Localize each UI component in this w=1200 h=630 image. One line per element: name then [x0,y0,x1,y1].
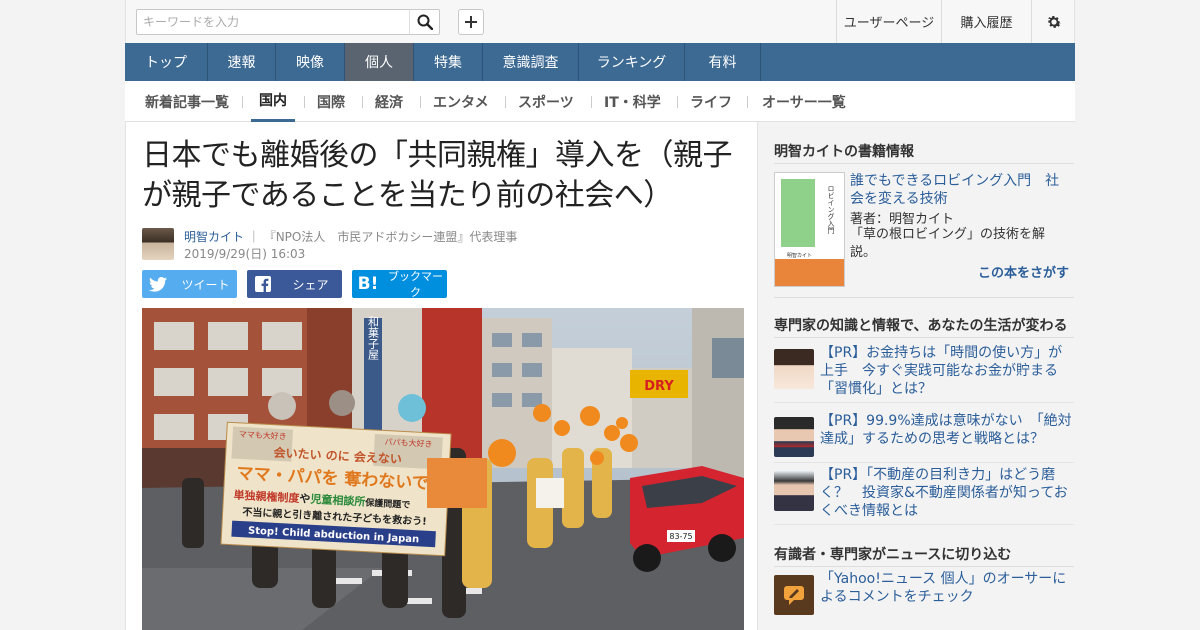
tweet-button[interactable]: ツイート [142,270,237,298]
main-nav: トップ 速報 映像 個人 特集 意識調査 ランキング 有料 [125,43,1075,81]
hatena-bookmark-icon: B! [357,274,379,294]
author-avatar[interactable] [142,228,174,260]
divider [774,402,1074,403]
main-nav-ranking[interactable]: ランキング [579,43,685,81]
book-cover-title: ロビイング入門 [827,185,835,235]
pr-link[interactable]: 【PR】お金持ちは「時間の使い方」が上手 今すぐ実践可能なお金が貯まる「習慣化」… [820,344,1076,398]
divider [304,96,305,108]
find-book-link[interactable]: この本をさがす [978,262,1069,281]
user-page-link[interactable]: ユーザーページ [836,0,941,43]
main-nav-personal[interactable]: 個人 [345,43,414,81]
building-sign: 和菓子屋 [367,316,380,361]
article-column: 日本でも離婚後の「共同親権」導入を（親子が親子であることを当たり前の社会へ） 明… [125,122,758,630]
divider [591,96,592,108]
main-nav-paid[interactable]: 有料 [685,43,761,81]
add-button[interactable] [458,9,484,35]
pr-thumbnail [774,349,814,389]
comment-icon [774,575,814,615]
facebook-share-button[interactable]: シェア [247,270,342,298]
divider [774,163,1074,164]
divider [677,96,678,108]
car-plate: 83-75 [669,532,692,541]
pr-item[interactable]: 【PR】お金持ちは「時間の使い方」が上手 今すぐ実践可能なお金が貯まる「習慣化」… [774,344,1076,398]
sidebar: 明智カイトの書籍情報 ロビイング入門 明智カイト 誰でもできるロビイング入門 社… [758,122,1075,630]
expert-section-title: 有識者・専門家がニュースに切り込む [774,547,1012,563]
search-icon [417,14,433,30]
pr-thumbnail [774,417,814,457]
sub-nav-sports[interactable]: スポーツ [518,81,574,122]
author-line: 明智カイト ｜ 『NPO法人 市民アドボカシー連盟』代表理事 [184,228,517,245]
divider [242,96,243,108]
book-description: 「草の根ロビイング」の技術を解説。 [850,227,1046,260]
pr-item[interactable]: 【PR】99.9%達成は意味がない 「絶対達成」するための思考と戦略とは？ [774,412,1074,464]
main-nav-feature[interactable]: 特集 [414,43,483,81]
sub-nav-entertainment[interactable]: エンタメ [433,81,489,122]
expert-item[interactable]: 「Yahoo!ニュース 個人」のオーサーによるコメントをチェック [774,570,1074,622]
settings-button[interactable] [1031,0,1076,43]
top-utility-bar: ユーザーページ 購入履歴 [125,0,1075,43]
pr-item[interactable]: 【PR】「不動産の目利き力」はどう磨く？ 投資家&不動産関係者が知っておくべき情… [774,466,1076,520]
divider [774,297,1074,298]
sub-nav-authors[interactable]: オーサー一覧 [762,81,846,122]
pr-thumbnail [774,471,814,511]
storefront-sign: DRY [644,379,674,394]
article-photo: 和菓子屋 DRY 83-75 ママも大好き パパも大好き 会いたい のに 会えな… [142,308,744,630]
hatena-bookmark-button[interactable]: B! ブックマーク [352,270,447,299]
author-name[interactable]: 明智カイト [184,230,244,244]
divider [505,96,506,108]
publish-date: 2019/9/29(日) 16:03 [184,247,306,261]
divider [774,462,1074,463]
expert-link[interactable]: 「Yahoo!ニュース 個人」のオーサーによるコメントをチェック [820,570,1076,606]
main-nav-breaking[interactable]: 速報 [208,43,276,81]
purchase-history-link[interactable]: 購入履歴 [941,0,1031,43]
article-title: 日本でも離婚後の「共同親権」導入を（親子が親子であることを当たり前の社会へ） [142,138,733,213]
author-role: 『NPO法人 市民アドボカシー連盟』代表理事 [263,230,518,244]
bookmark-label: ブックマーク [388,270,443,299]
search-input[interactable] [137,11,407,33]
divider [774,524,1074,525]
divider [747,96,748,108]
book-section-title: 明智カイトの書籍情報 [774,144,914,160]
sub-nav-life[interactable]: ライフ [690,81,732,122]
sub-nav-it-science[interactable]: IT・科学 [604,81,661,122]
book-author: 著者：明智カイト [850,212,955,227]
banner-text: や [299,492,311,506]
divider [774,337,1074,338]
twitter-icon [142,276,174,292]
share-label: シェア [292,277,329,292]
divider [774,566,1074,567]
sub-nav-domestic[interactable]: 国内 [251,81,295,122]
book-cover[interactable]: ロビイング入門 明智カイト [774,172,845,287]
banner-text: 児童相談所 [309,492,366,509]
book-title-link[interactable]: 誰でもできるロビイング入門 社会を変える技術 [850,172,1070,208]
search-box [136,9,440,35]
main-nav-survey[interactable]: 意識調査 [483,43,579,81]
search-button[interactable] [409,10,439,34]
facebook-icon [247,276,279,292]
author-separator: ｜ [247,230,260,244]
gear-icon [1048,15,1062,28]
sub-nav-latest[interactable]: 新着記事一覧 [145,81,229,122]
sub-nav: 新着記事一覧 国内 国際 経済 エンタメ スポーツ IT・科学 ライフ オーサー… [125,81,1075,122]
sub-nav-economy[interactable]: 経済 [375,81,403,122]
pr-section-title: 専門家の知識と情報で、あなたの生活が変わる [774,318,1068,334]
tweet-label: ツイート [181,277,230,292]
pr-link[interactable]: 【PR】99.9%達成は意味がない 「絶対達成」するための思考と戦略とは？ [820,412,1076,448]
main-nav-top[interactable]: トップ [125,43,208,81]
divider [420,96,421,108]
pr-link[interactable]: 【PR】「不動産の目利き力」はどう磨く？ 投資家&不動産関係者が知っておくべき情… [820,466,1076,520]
book-cover-author: 明智カイト [787,252,812,259]
divider [362,96,363,108]
sub-nav-international[interactable]: 国際 [317,81,345,122]
main-nav-video[interactable]: 映像 [276,43,345,81]
plus-icon [465,16,477,28]
